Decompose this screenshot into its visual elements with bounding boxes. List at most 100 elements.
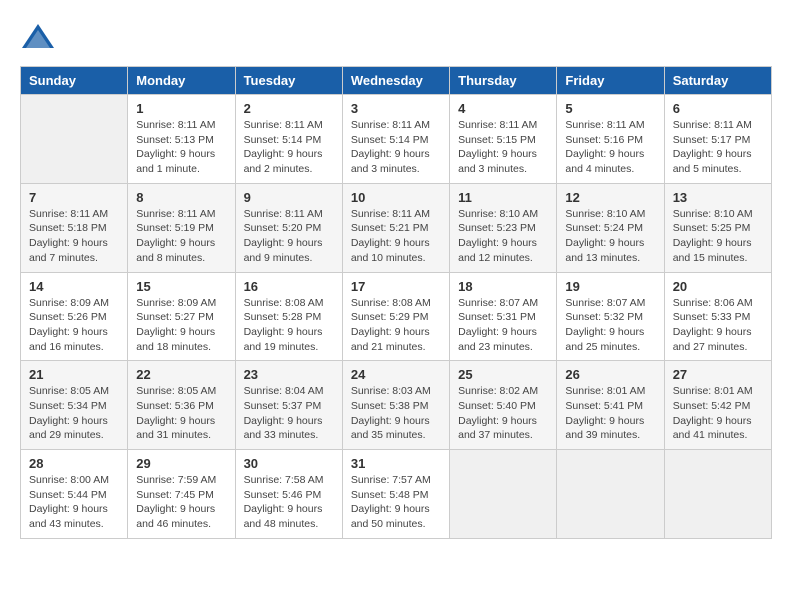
day-number: 18 — [458, 279, 548, 294]
day-info: Sunrise: 8:07 AM Sunset: 5:32 PM Dayligh… — [565, 296, 655, 355]
day-info: Sunrise: 8:11 AM Sunset: 5:14 PM Dayligh… — [244, 118, 334, 177]
calendar-cell: 17 Sunrise: 8:08 AM Sunset: 5:29 PM Dayli… — [342, 272, 449, 361]
day-number: 3 — [351, 101, 441, 116]
day-number: 12 — [565, 190, 655, 205]
day-info: Sunrise: 8:11 AM Sunset: 5:19 PM Dayligh… — [136, 207, 226, 266]
day-number: 20 — [673, 279, 763, 294]
day-info: Sunrise: 8:10 AM Sunset: 5:23 PM Dayligh… — [458, 207, 548, 266]
day-info: Sunrise: 8:08 AM Sunset: 5:29 PM Dayligh… — [351, 296, 441, 355]
calendar-cell: 25 Sunrise: 8:02 AM Sunset: 5:40 PM Dayli… — [450, 361, 557, 450]
day-number: 24 — [351, 367, 441, 382]
day-number: 2 — [244, 101, 334, 116]
day-number: 6 — [673, 101, 763, 116]
calendar-cell: 29 Sunrise: 7:59 AM Sunset: 7:45 PM Dayli… — [128, 450, 235, 539]
day-number: 8 — [136, 190, 226, 205]
day-info: Sunrise: 8:05 AM Sunset: 5:34 PM Dayligh… — [29, 384, 119, 443]
day-info: Sunrise: 8:03 AM Sunset: 5:38 PM Dayligh… — [351, 384, 441, 443]
day-info: Sunrise: 8:11 AM Sunset: 5:15 PM Dayligh… — [458, 118, 548, 177]
calendar-cell: 11 Sunrise: 8:10 AM Sunset: 5:23 PM Dayli… — [450, 183, 557, 272]
calendar-cell: 4 Sunrise: 8:11 AM Sunset: 5:15 PM Daylig… — [450, 95, 557, 184]
calendar-cell: 22 Sunrise: 8:05 AM Sunset: 5:36 PM Dayli… — [128, 361, 235, 450]
calendar-cell: 24 Sunrise: 8:03 AM Sunset: 5:38 PM Dayli… — [342, 361, 449, 450]
calendar-week-row: 7 Sunrise: 8:11 AM Sunset: 5:18 PM Daylig… — [21, 183, 772, 272]
day-number: 23 — [244, 367, 334, 382]
calendar-cell: 15 Sunrise: 8:09 AM Sunset: 5:27 PM Dayli… — [128, 272, 235, 361]
calendar-week-row: 21 Sunrise: 8:05 AM Sunset: 5:34 PM Dayli… — [21, 361, 772, 450]
calendar-cell: 3 Sunrise: 8:11 AM Sunset: 5:14 PM Daylig… — [342, 95, 449, 184]
day-number: 9 — [244, 190, 334, 205]
day-info: Sunrise: 8:10 AM Sunset: 5:25 PM Dayligh… — [673, 207, 763, 266]
calendar-cell: 30 Sunrise: 7:58 AM Sunset: 5:46 PM Dayli… — [235, 450, 342, 539]
day-info: Sunrise: 8:05 AM Sunset: 5:36 PM Dayligh… — [136, 384, 226, 443]
column-header-wednesday: Wednesday — [342, 67, 449, 95]
calendar-table: SundayMondayTuesdayWednesdayThursdayFrid… — [20, 66, 772, 539]
day-number: 25 — [458, 367, 548, 382]
day-number: 5 — [565, 101, 655, 116]
page-header — [20, 20, 772, 56]
calendar-cell: 19 Sunrise: 8:07 AM Sunset: 5:32 PM Dayli… — [557, 272, 664, 361]
calendar-cell: 18Sunrise: 8:07 AM Sunset: 5:31 PM Dayli… — [450, 272, 557, 361]
calendar-cell — [557, 450, 664, 539]
day-number: 7 — [29, 190, 119, 205]
column-header-thursday: Thursday — [450, 67, 557, 95]
day-info: Sunrise: 8:11 AM Sunset: 5:20 PM Dayligh… — [244, 207, 334, 266]
day-info: Sunrise: 7:59 AM Sunset: 7:45 PM Dayligh… — [136, 473, 226, 532]
day-info: Sunrise: 8:01 AM Sunset: 5:41 PM Dayligh… — [565, 384, 655, 443]
logo-icon — [20, 20, 56, 56]
calendar-cell: 8 Sunrise: 8:11 AM Sunset: 5:19 PM Daylig… — [128, 183, 235, 272]
day-info: Sunrise: 8:11 AM Sunset: 5:13 PM Dayligh… — [136, 118, 226, 177]
calendar-cell: 20Sunrise: 8:06 AM Sunset: 5:33 PM Dayli… — [664, 272, 771, 361]
day-info: Sunrise: 8:08 AM Sunset: 5:28 PM Dayligh… — [244, 296, 334, 355]
day-number: 15 — [136, 279, 226, 294]
calendar-cell — [664, 450, 771, 539]
calendar-week-row: 1 Sunrise: 8:11 AM Sunset: 5:13 PM Daylig… — [21, 95, 772, 184]
day-info: Sunrise: 8:09 AM Sunset: 5:27 PM Dayligh… — [136, 296, 226, 355]
calendar-cell: 14 Sunrise: 8:09 AM Sunset: 5:26 PM Dayli… — [21, 272, 128, 361]
day-info: Sunrise: 8:09 AM Sunset: 5:26 PM Dayligh… — [29, 296, 119, 355]
day-number: 19 — [565, 279, 655, 294]
calendar-week-row: 14 Sunrise: 8:09 AM Sunset: 5:26 PM Dayli… — [21, 272, 772, 361]
day-info: Sunrise: 7:58 AM Sunset: 5:46 PM Dayligh… — [244, 473, 334, 532]
calendar-cell: 23 Sunrise: 8:04 AM Sunset: 5:37 PM Dayli… — [235, 361, 342, 450]
calendar-cell: 7 Sunrise: 8:11 AM Sunset: 5:18 PM Daylig… — [21, 183, 128, 272]
day-info: Sunrise: 8:04 AM Sunset: 5:37 PM Dayligh… — [244, 384, 334, 443]
calendar-cell: 31 Sunrise: 7:57 AM Sunset: 5:48 PM Dayli… — [342, 450, 449, 539]
day-info: Sunrise: 8:11 AM Sunset: 5:16 PM Dayligh… — [565, 118, 655, 177]
day-number: 27 — [673, 367, 763, 382]
day-number: 14 — [29, 279, 119, 294]
calendar-cell — [450, 450, 557, 539]
day-number: 30 — [244, 456, 334, 471]
day-info: Sunrise: 8:11 AM Sunset: 5:21 PM Dayligh… — [351, 207, 441, 266]
calendar-header-row: SundayMondayTuesdayWednesdayThursdayFrid… — [21, 67, 772, 95]
day-number: 1 — [136, 101, 226, 116]
day-info: Sunrise: 8:11 AM Sunset: 5:17 PM Dayligh… — [673, 118, 763, 177]
day-number: 21 — [29, 367, 119, 382]
day-info: Sunrise: 8:10 AM Sunset: 5:24 PM Dayligh… — [565, 207, 655, 266]
day-info: Sunrise: 8:02 AM Sunset: 5:40 PM Dayligh… — [458, 384, 548, 443]
day-info: Sunrise: 7:57 AM Sunset: 5:48 PM Dayligh… — [351, 473, 441, 532]
calendar-cell: 9 Sunrise: 8:11 AM Sunset: 5:20 PM Daylig… — [235, 183, 342, 272]
logo — [20, 20, 60, 56]
calendar-cell: 26 Sunrise: 8:01 AM Sunset: 5:41 PM Dayli… — [557, 361, 664, 450]
calendar-cell: 12 Sunrise: 8:10 AM Sunset: 5:24 PM Dayli… — [557, 183, 664, 272]
column-header-monday: Monday — [128, 67, 235, 95]
day-info: Sunrise: 8:11 AM Sunset: 5:14 PM Dayligh… — [351, 118, 441, 177]
day-number: 4 — [458, 101, 548, 116]
day-number: 31 — [351, 456, 441, 471]
column-header-friday: Friday — [557, 67, 664, 95]
day-number: 22 — [136, 367, 226, 382]
day-number: 26 — [565, 367, 655, 382]
calendar-cell: 13Sunrise: 8:10 AM Sunset: 5:25 PM Dayli… — [664, 183, 771, 272]
day-info: Sunrise: 8:11 AM Sunset: 5:18 PM Dayligh… — [29, 207, 119, 266]
column-header-sunday: Sunday — [21, 67, 128, 95]
day-number: 17 — [351, 279, 441, 294]
calendar-cell: 16Sunrise: 8:08 AM Sunset: 5:28 PM Dayli… — [235, 272, 342, 361]
calendar-cell — [21, 95, 128, 184]
calendar-cell: 1 Sunrise: 8:11 AM Sunset: 5:13 PM Daylig… — [128, 95, 235, 184]
day-number: 11 — [458, 190, 548, 205]
calendar-cell: 6 Sunrise: 8:11 AM Sunset: 5:17 PM Daylig… — [664, 95, 771, 184]
column-header-tuesday: Tuesday — [235, 67, 342, 95]
day-info: Sunrise: 8:01 AM Sunset: 5:42 PM Dayligh… — [673, 384, 763, 443]
calendar-cell: 5 Sunrise: 8:11 AM Sunset: 5:16 PM Daylig… — [557, 95, 664, 184]
day-number: 29 — [136, 456, 226, 471]
